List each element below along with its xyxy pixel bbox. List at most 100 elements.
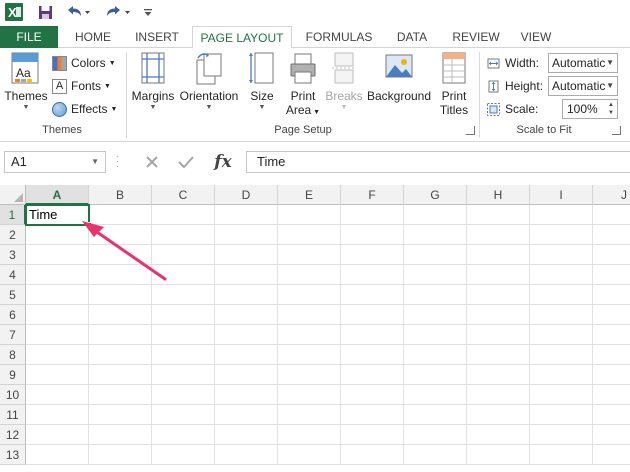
effects-label: Effects — [71, 102, 108, 116]
spinner-arrows-icon[interactable]: ▲ ▼ — [608, 101, 614, 117]
width-icon — [486, 56, 501, 71]
height-label: Height: — [505, 79, 544, 93]
save-icon[interactable] — [36, 2, 54, 22]
chevron-down-icon: ▼ — [110, 105, 118, 113]
fonts-button[interactable]: A Fonts ▼ — [52, 77, 111, 95]
tab-insert[interactable]: INSERT — [126, 26, 188, 48]
chevron-down-icon: ▼ — [149, 104, 157, 111]
chevron-down-icon: ▼ — [205, 104, 213, 111]
print-area-label-line1: Print — [290, 89, 316, 103]
page-setup-launcher-icon[interactable] — [466, 126, 475, 135]
quick-access-toolbar: X — [0, 0, 630, 26]
scale-spinner[interactable]: 100% ▲ ▼ — [562, 99, 618, 119]
print-area-icon — [290, 53, 316, 84]
orientation-button[interactable]: Orientation ▼ — [178, 52, 240, 113]
colors-label: Colors — [71, 56, 106, 70]
cancel-entry-button[interactable] — [138, 151, 166, 173]
page-setup-group-label: Page Setup — [274, 124, 332, 136]
group-separator — [126, 52, 127, 138]
customize-toolbar-icon[interactable] — [142, 2, 154, 22]
orientation-label: Orientation — [179, 89, 239, 103]
effects-icon — [52, 101, 67, 117]
excel-logo-icon: X — [4, 2, 24, 22]
checkmark-icon — [178, 156, 194, 169]
themes-group-label: Themes — [42, 124, 82, 136]
ribbon: Aa Themes ▼ Colors ▼ A Fonts ▼ Effects ▼… — [0, 48, 630, 142]
print-area-label-line2: Area ▼ — [284, 103, 322, 120]
undo-icon[interactable] — [64, 2, 90, 22]
formula-input[interactable]: Time — [246, 151, 630, 173]
margins-icon — [141, 52, 165, 84]
chevron-down-icon: ▼ — [311, 109, 321, 116]
themes-button[interactable]: Aa Themes ▼ — [2, 52, 50, 113]
chevron-down-icon: ▼ — [606, 58, 614, 67]
print-titles-label-line1: Print — [441, 89, 467, 103]
print-titles-label-line2: Titles — [439, 103, 469, 117]
print-titles-button[interactable]: Print Titles — [434, 52, 474, 117]
redo-icon[interactable] — [104, 2, 130, 22]
insert-function-button[interactable]: fx — [208, 151, 238, 173]
annotation-arrow — [82, 221, 167, 281]
size-label: Size — [250, 89, 274, 103]
annotation-arrow-shaft — [92, 228, 167, 281]
tab-data[interactable]: DATA — [386, 26, 438, 48]
tab-formulas[interactable]: FORMULAS — [298, 26, 380, 48]
scale-icon — [486, 102, 501, 117]
chevron-down-icon: ▼ — [108, 59, 116, 67]
fonts-label: Fonts — [71, 79, 102, 93]
orientation-icon — [196, 53, 222, 85]
height-icon — [486, 79, 501, 94]
print-titles-icon — [442, 52, 466, 84]
scale-label: Scale: — [505, 102, 539, 116]
size-icon — [249, 52, 274, 84]
formula-bar-grip-icon[interactable]: · · · — [116, 152, 120, 172]
background-label: Background — [366, 89, 432, 103]
group-separator — [479, 52, 480, 138]
height-row: Height: — [486, 77, 543, 95]
colors-button[interactable]: Colors ▼ — [52, 54, 116, 72]
ribbon-tabs: FILE HOME INSERT PAGE LAYOUT FORMULAS DA… — [0, 26, 630, 49]
svg-text:Aa: Aa — [16, 66, 31, 80]
background-button[interactable]: Background — [366, 52, 432, 103]
chevron-down-icon[interactable]: ▼ — [91, 152, 99, 172]
size-button[interactable]: Size ▼ — [244, 52, 280, 113]
enter-entry-button[interactable] — [172, 151, 200, 173]
chevron-down-icon: ▼ — [104, 82, 111, 90]
background-icon — [385, 54, 413, 78]
themes-label: Themes — [4, 89, 48, 103]
scale-to-fit-launcher-icon[interactable] — [612, 126, 621, 135]
themes-icon: Aa — [11, 52, 39, 84]
name-box[interactable]: A1 ▼ — [4, 151, 106, 173]
margins-button[interactable]: Margins ▼ — [130, 52, 176, 113]
width-dropdown[interactable]: Automatic ▼ — [548, 53, 618, 73]
scale-row: Scale: — [486, 100, 538, 118]
colors-icon — [52, 55, 67, 71]
scale-to-fit-group-label: Scale to Fit — [516, 124, 572, 136]
tab-page-layout[interactable]: PAGE LAYOUT — [192, 26, 292, 49]
cancel-x-icon — [146, 156, 158, 168]
spreadsheet-grid: A B C D E F G H I J 1 2 3 4 5 6 7 8 9 10 11 12 13 Ti… — [0, 185, 630, 472]
breaks-icon — [332, 52, 356, 84]
chevron-down-icon: ▼ — [340, 104, 348, 111]
scale-value: 100% — [567, 102, 598, 116]
tab-view[interactable]: VIEW — [512, 26, 560, 48]
breaks-button: Breaks ▼ — [324, 52, 364, 113]
formula-bar: A1 ▼ · · · fx Time — [0, 146, 630, 182]
svg-text:X: X — [8, 5, 17, 20]
width-row: Width: — [486, 54, 539, 72]
fonts-icon: A — [52, 78, 67, 94]
tab-home[interactable]: HOME — [62, 26, 124, 48]
breaks-label: Breaks — [325, 89, 363, 103]
width-value: Automatic — [552, 56, 606, 70]
height-dropdown[interactable]: Automatic ▼ — [548, 76, 618, 96]
tab-file[interactable]: FILE — [0, 26, 58, 48]
tab-review[interactable]: REVIEW — [444, 26, 508, 48]
chevron-down-icon: ▼ — [606, 81, 614, 90]
name-box-value: A1 — [11, 154, 27, 169]
print-area-label-text: Area — [285, 103, 312, 117]
height-value: Automatic — [552, 79, 606, 93]
margins-label: Margins — [131, 89, 175, 103]
print-area-button[interactable]: Print Area ▼ — [284, 52, 322, 120]
chevron-down-icon: ▼ — [258, 104, 266, 111]
effects-button[interactable]: Effects ▼ — [52, 100, 117, 118]
